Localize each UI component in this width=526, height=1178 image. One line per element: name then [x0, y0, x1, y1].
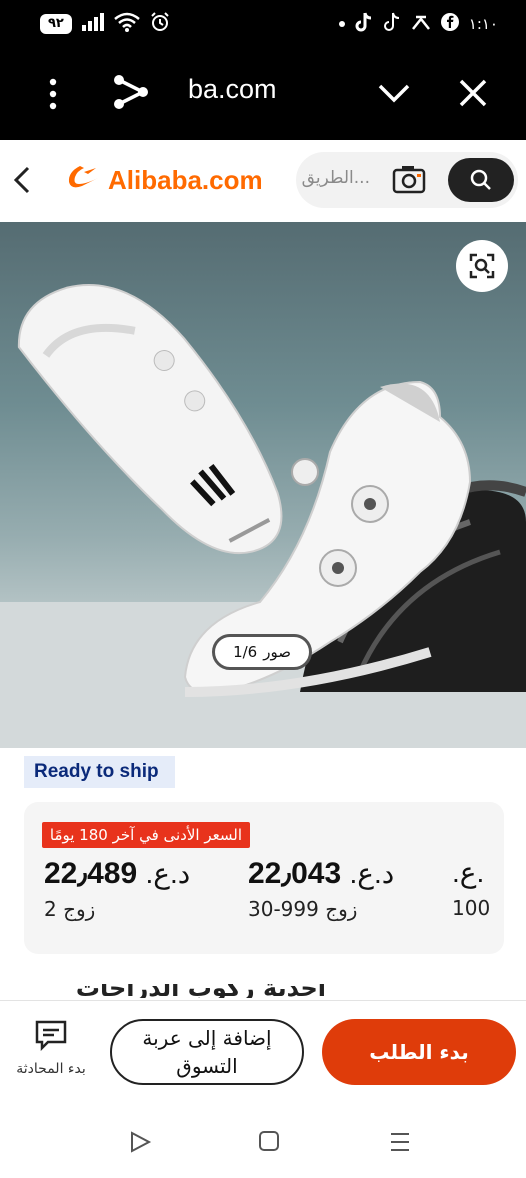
- clock-time: ١:١٠: [468, 15, 498, 33]
- ready-to-ship-badge: Ready to ship: [24, 756, 175, 788]
- notification-dot-icon: [338, 21, 345, 27]
- battery-indicator: ٩٢: [40, 14, 72, 34]
- url-text[interactable]: ba.com: [188, 74, 277, 105]
- tier-price: د.ع. 22٫489: [44, 856, 190, 891]
- facebook-icon: [440, 13, 459, 35]
- chat-label: بدء المحادثة: [16, 1061, 86, 1077]
- signal-icon: [81, 13, 104, 35]
- browser-toolbar: ba.com: [0, 48, 526, 140]
- image-counter: 1/6 صور: [212, 634, 312, 670]
- scan-search-icon: [469, 253, 495, 283]
- tier-price: .ع.: [452, 856, 490, 890]
- alarm-icon: [150, 12, 170, 36]
- product-image[interactable]: 1/6 صور: [0, 222, 526, 748]
- price-card: السعر الأدنى في آخر 180 يومًا د.ع. 22٫48…: [24, 802, 504, 954]
- home-square-icon[interactable]: [258, 1130, 280, 1156]
- status-bar: ٩٢ ١:١٠: [0, 0, 526, 48]
- search-input[interactable]: ...الطريق: [302, 168, 370, 188]
- tier-amount: 22٫043: [248, 857, 342, 890]
- price-tier: .ع. 100: [452, 856, 490, 920]
- search-button[interactable]: [448, 158, 514, 202]
- tier-amount: 22٫489: [44, 857, 138, 890]
- add-to-cart-button[interactable]: إضافة إلى عربة التسوق: [110, 1019, 304, 1085]
- tier-price: د.ع. 22٫043: [248, 856, 394, 891]
- price-tier: د.ع. 22٫489 2 زوج: [44, 856, 190, 921]
- site-header: Alibaba.com ...الطريق: [0, 140, 526, 223]
- system-nav-bar: [0, 1100, 526, 1178]
- tier-quantity: 100: [452, 896, 491, 920]
- tier-quantity: 2 زوج: [44, 897, 96, 921]
- back-triangle-icon[interactable]: [128, 1130, 152, 1158]
- tier-currency: د.ع.: [349, 858, 395, 889]
- alibaba-logo-icon: [66, 162, 102, 199]
- search-icon: [469, 168, 493, 196]
- action-bar: بدء المحادثة إضافة إلى عربة التسوق بدء ا…: [0, 1000, 526, 1101]
- back-button[interactable]: [8, 160, 38, 200]
- image-counter-value: 1/6: [233, 643, 258, 661]
- image-counter-label: صور: [263, 643, 291, 661]
- camera-icon[interactable]: [392, 164, 426, 198]
- more-options-icon[interactable]: [38, 74, 68, 114]
- price-tier: د.ع. 22٫043 30-999 زوج: [248, 856, 394, 921]
- recents-menu-icon[interactable]: [388, 1130, 412, 1158]
- close-icon[interactable]: [456, 76, 490, 114]
- chevron-down-icon[interactable]: [376, 76, 412, 114]
- tier-quantity: 30-999 زوج: [248, 897, 358, 921]
- product-title-text: أحذية ركوب الدراجات المقفلة: [75, 984, 326, 998]
- tiktok-icon: [355, 12, 373, 36]
- chat-icon: [34, 1020, 68, 1055]
- tier-currency: .ع.: [452, 857, 485, 888]
- tiktok-alt-icon: [383, 12, 401, 36]
- chat-button[interactable]: بدء المحادثة: [8, 1019, 94, 1085]
- logo-text: Alibaba.com: [108, 165, 263, 195]
- tier-currency: د.ع.: [145, 858, 191, 889]
- alibaba-logo[interactable]: Alibaba.com: [66, 162, 263, 199]
- share-icon[interactable]: [112, 72, 150, 116]
- lowest-price-badge: السعر الأدنى في آخر 180 يومًا: [41, 822, 250, 848]
- product-title-fragment: أحذية ركوب الدراجات المقفلة: [0, 984, 526, 998]
- wifi-icon: [114, 12, 140, 36]
- visual-search-button[interactable]: [456, 240, 508, 292]
- network-icon: [411, 13, 431, 35]
- start-order-button[interactable]: بدء الطلب: [322, 1019, 516, 1085]
- search-bar[interactable]: ...الطريق: [296, 152, 518, 208]
